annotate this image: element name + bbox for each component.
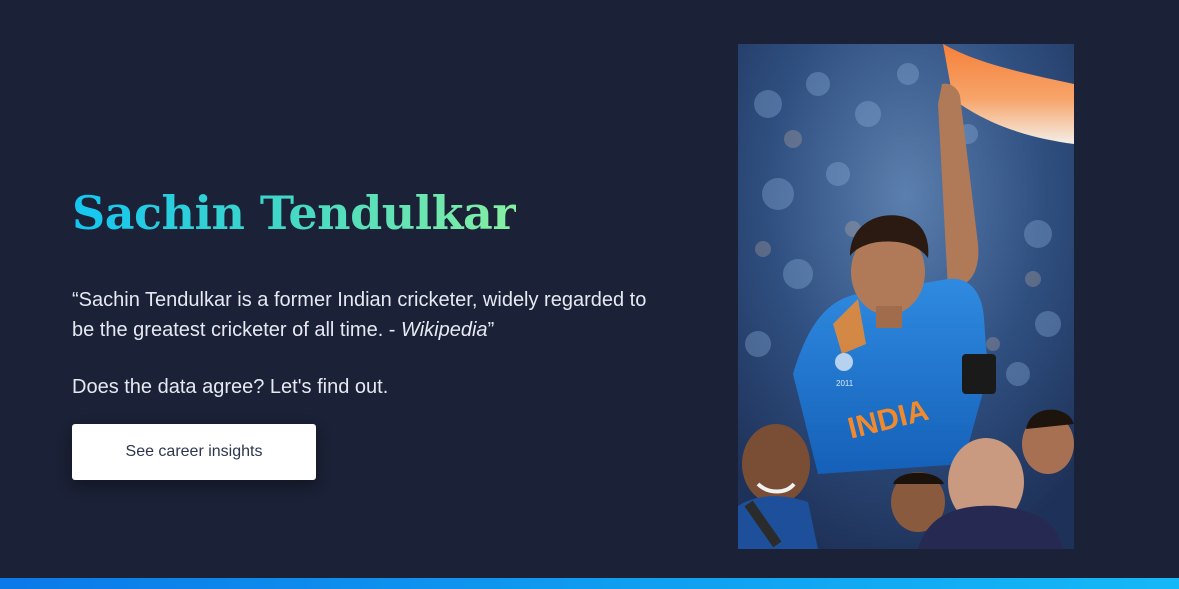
hero-photo-illustration: INDIA 2011 bbox=[738, 44, 1074, 549]
jersey-badge-year: 2011 bbox=[836, 379, 854, 388]
bottom-accent-bar bbox=[0, 578, 1179, 589]
hero-photo: INDIA 2011 bbox=[738, 44, 1074, 549]
hero-prompt: Does the data agree? Let's find out. bbox=[72, 376, 389, 398]
page-title: Sachin Tendulkar bbox=[72, 180, 517, 246]
quote-text: “Sachin Tendulkar is a former Indian cri… bbox=[72, 289, 647, 341]
see-career-insights-button[interactable]: See career insights bbox=[72, 424, 316, 480]
quote-close: ” bbox=[487, 319, 495, 341]
hero-quote: “Sachin Tendulkar is a former Indian cri… bbox=[72, 285, 652, 345]
quote-source: Wikipedia bbox=[401, 319, 488, 341]
hero-section: Sachin Tendulkar “Sachin Tendulkar is a … bbox=[0, 0, 1179, 589]
